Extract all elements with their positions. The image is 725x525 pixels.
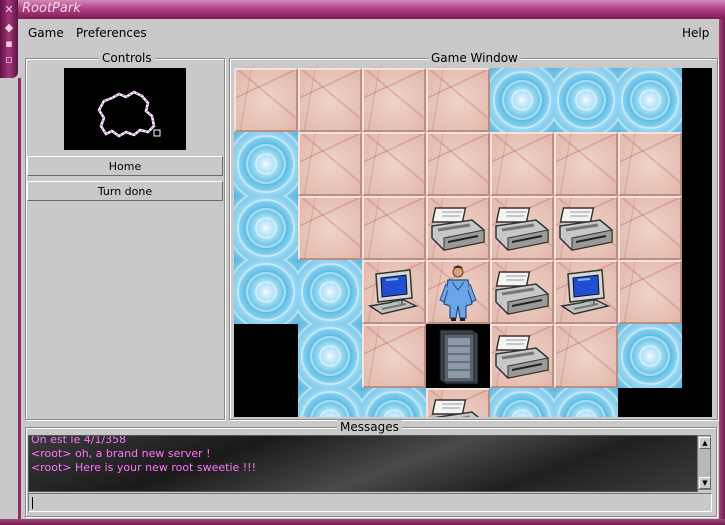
board-tile-black[interactable] bbox=[234, 324, 298, 388]
board-tile-flesh[interactable] bbox=[554, 132, 618, 196]
game-window-label: Game Window bbox=[428, 51, 521, 65]
board-tile-ice[interactable] bbox=[618, 68, 682, 132]
printer-icon[interactable] bbox=[554, 196, 618, 260]
menu-icon[interactable]: ▫ bbox=[3, 54, 15, 66]
menu-bar: Game Preferences Help bbox=[21, 19, 719, 53]
root-character-icon[interactable] bbox=[426, 260, 490, 324]
board-tile-flesh[interactable] bbox=[618, 260, 682, 324]
controls-label: Controls bbox=[99, 51, 155, 65]
board-tile-ice[interactable] bbox=[490, 388, 554, 417]
board-tile-ice[interactable] bbox=[298, 324, 362, 388]
stick-icon[interactable]: ▪ bbox=[3, 38, 15, 50]
right-border bbox=[719, 19, 725, 525]
home-button[interactable]: Home bbox=[27, 156, 223, 176]
board-tile-flesh[interactable] bbox=[426, 132, 490, 196]
board-tile-flesh[interactable] bbox=[362, 196, 426, 260]
board-tile-ice[interactable] bbox=[234, 196, 298, 260]
printer-icon[interactable] bbox=[490, 324, 554, 388]
board-tile-flesh[interactable] bbox=[234, 68, 298, 132]
scroll-down-icon[interactable]: ▼ bbox=[699, 477, 711, 489]
board-tile-black[interactable] bbox=[234, 388, 298, 417]
message-line: On est le 4/1/358 bbox=[31, 435, 127, 446]
board-tile-flesh[interactable] bbox=[554, 324, 618, 388]
printer-icon[interactable] bbox=[490, 196, 554, 260]
message-input[interactable] bbox=[28, 493, 712, 512]
message-log[interactable]: On est le 4/1/358 <root> oh, a brand new… bbox=[28, 435, 698, 492]
board-tile-flesh[interactable] bbox=[618, 196, 682, 260]
scroll-up-icon[interactable]: ▲ bbox=[699, 437, 711, 449]
board-tile-flesh[interactable] bbox=[618, 132, 682, 196]
bottom-border[interactable] bbox=[0, 519, 725, 525]
menu-help[interactable]: Help bbox=[682, 26, 709, 40]
message-scrollbar[interactable]: ▲ ▼ bbox=[697, 435, 711, 490]
board-tile-ice[interactable] bbox=[554, 68, 618, 132]
board-tile-flesh[interactable] bbox=[426, 68, 490, 132]
server-rack-icon[interactable] bbox=[426, 324, 490, 388]
board-tile-ice[interactable] bbox=[490, 68, 554, 132]
printer-icon[interactable] bbox=[426, 388, 490, 417]
board-tile-flesh[interactable] bbox=[362, 324, 426, 388]
board-tile-flesh[interactable] bbox=[298, 68, 362, 132]
app-window: RootPark ✕ ◆ ▪ ▫ Game Preferences Help C… bbox=[0, 0, 725, 525]
board-tile-ice[interactable] bbox=[298, 260, 362, 324]
board-tile-ice[interactable] bbox=[362, 388, 426, 417]
board-tile-ice[interactable] bbox=[618, 324, 682, 388]
board-tile-black[interactable] bbox=[618, 388, 682, 417]
printer-icon[interactable] bbox=[426, 196, 490, 260]
board-tile-flesh[interactable] bbox=[362, 68, 426, 132]
computer-icon[interactable] bbox=[362, 260, 426, 324]
text-caret bbox=[32, 497, 33, 509]
board-tile-ice[interactable] bbox=[234, 132, 298, 196]
board-tile-flesh[interactable] bbox=[490, 132, 554, 196]
computer-icon[interactable] bbox=[554, 260, 618, 324]
window-controls: ✕ ◆ ▪ ▫ bbox=[0, 0, 18, 78]
board-tile-ice[interactable] bbox=[298, 388, 362, 417]
board-tile-flesh[interactable] bbox=[298, 196, 362, 260]
game-board[interactable] bbox=[234, 68, 712, 417]
menu-preferences[interactable]: Preferences bbox=[76, 26, 147, 40]
shade-icon[interactable]: ◆ bbox=[3, 22, 15, 34]
board-tile-ice[interactable] bbox=[554, 388, 618, 417]
window-title: RootPark bbox=[22, 1, 81, 16]
turn-done-button[interactable]: Turn done bbox=[27, 181, 223, 201]
title-bar[interactable]: RootPark bbox=[0, 0, 725, 19]
message-line: <root> Here is your new root sweetie !!! bbox=[31, 461, 256, 474]
menu-game[interactable]: Game bbox=[28, 26, 64, 40]
minimap-shape-icon bbox=[97, 90, 161, 138]
message-line: <root> oh, a brand new server ! bbox=[31, 447, 211, 460]
left-border bbox=[18, 78, 21, 519]
board-tile-flesh[interactable] bbox=[362, 132, 426, 196]
messages-label: Messages bbox=[337, 420, 402, 434]
board-tile-ice[interactable] bbox=[234, 260, 298, 324]
minimap[interactable] bbox=[64, 68, 186, 150]
close-icon[interactable]: ✕ bbox=[3, 4, 15, 16]
printer-icon[interactable] bbox=[490, 260, 554, 324]
board-tile-flesh[interactable] bbox=[298, 132, 362, 196]
